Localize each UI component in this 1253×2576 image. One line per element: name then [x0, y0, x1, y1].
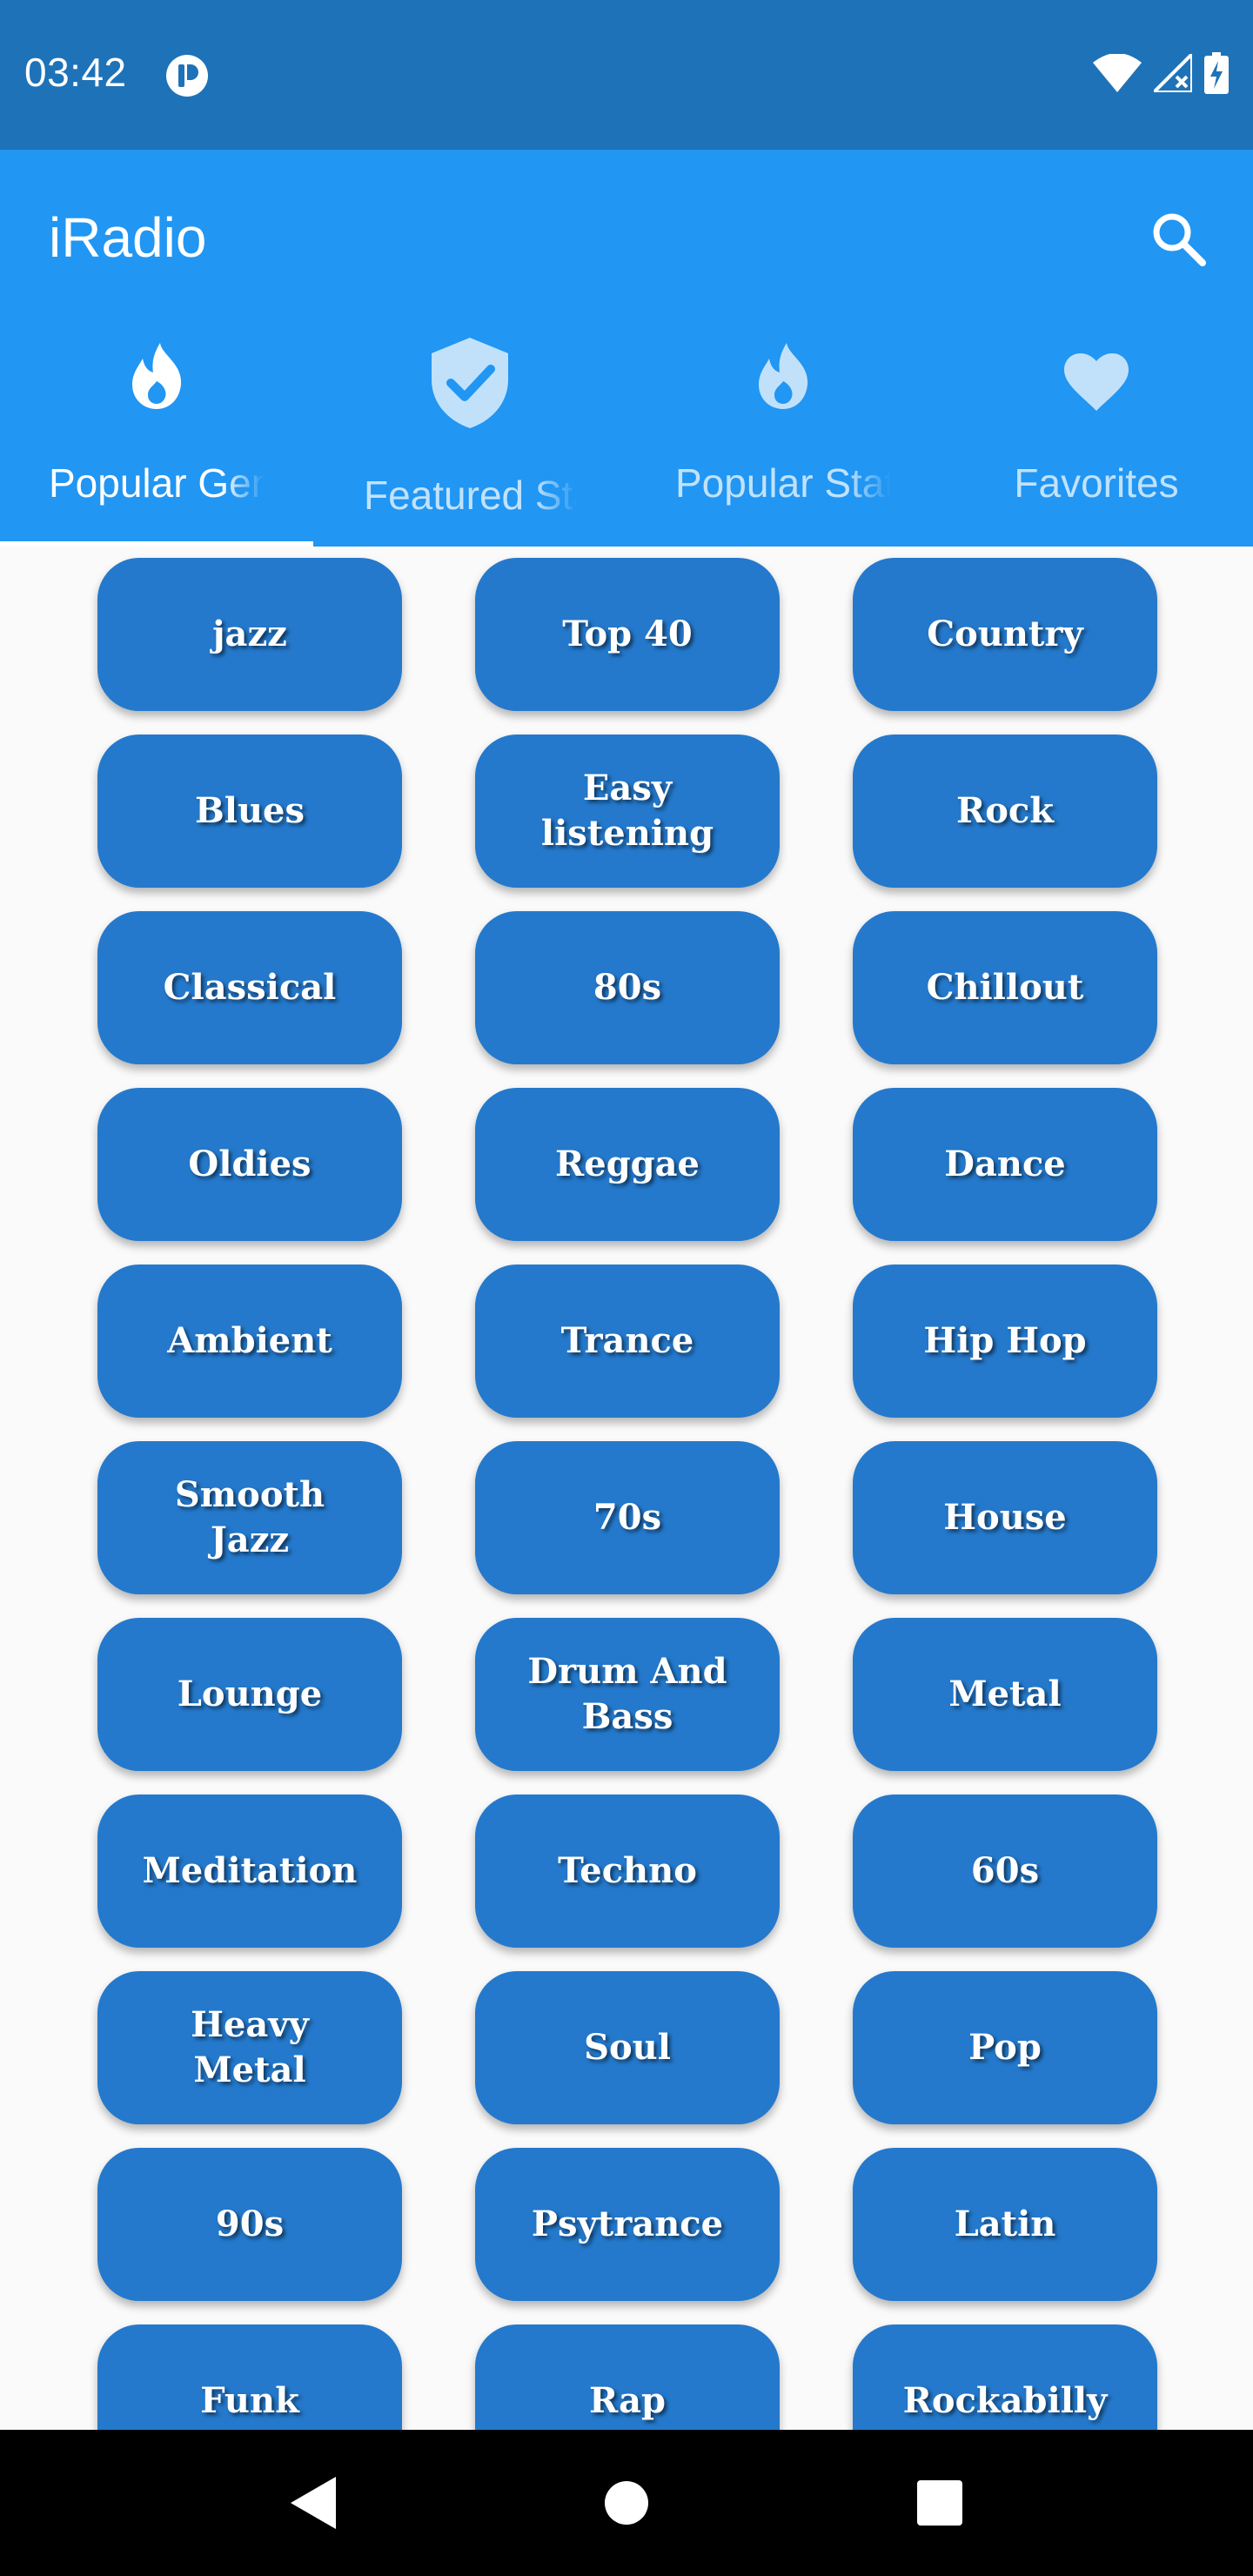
- genre-button[interactable]: 70s: [475, 1441, 780, 1594]
- home-icon: [605, 2481, 648, 2525]
- genre-button[interactable]: Metal: [853, 1618, 1157, 1771]
- tab-featured-stations[interactable]: Featured Stations: [313, 324, 626, 547]
- app-bar: iRadio Popular Genres Feat: [0, 150, 1253, 547]
- genre-button[interactable]: House: [853, 1441, 1157, 1594]
- genre-button[interactable]: 60s: [853, 1794, 1157, 1948]
- flame-icon: [759, 343, 808, 409]
- genre-button[interactable]: Top 40: [475, 558, 780, 711]
- status-bar: 03:42: [0, 0, 1253, 150]
- tab-popular-genres[interactable]: Popular Genres: [0, 324, 313, 547]
- flame-icon: [132, 343, 182, 409]
- app-title: iRadio: [49, 206, 207, 269]
- tab-bar: Popular Genres Featured Stations Popular…: [0, 324, 1253, 547]
- search-icon: [1153, 213, 1206, 266]
- status-time: 03:42: [24, 50, 127, 95]
- battery-charging-icon: [1204, 52, 1229, 94]
- genre-button[interactable]: Smooth Jazz: [97, 1441, 402, 1594]
- genre-button[interactable]: Heavy Metal: [97, 1971, 402, 2124]
- notification-app-icon: [166, 55, 208, 97]
- genre-button[interactable]: Drum And Bass: [475, 1618, 780, 1771]
- genre-button[interactable]: 90s: [97, 2148, 402, 2301]
- genre-button[interactable]: Country: [853, 558, 1157, 711]
- genre-button[interactable]: Techno: [475, 1794, 780, 1948]
- genre-button[interactable]: Blues: [97, 735, 402, 888]
- status-icons: [1093, 52, 1229, 94]
- genre-button[interactable]: Reggae: [475, 1088, 780, 1241]
- genre-button[interactable]: Rock: [853, 735, 1157, 888]
- tab-popular-stations[interactable]: Popular Stations: [626, 324, 940, 547]
- back-icon: [291, 2477, 336, 2529]
- genre-button[interactable]: jazz: [97, 558, 402, 711]
- genre-button[interactable]: Lounge: [97, 1618, 402, 1771]
- verified-shield-icon: [432, 338, 508, 428]
- genre-button[interactable]: Latin: [853, 2148, 1157, 2301]
- genre-button[interactable]: Rap: [475, 2324, 780, 2430]
- genre-button[interactable]: Dance: [853, 1088, 1157, 1241]
- tab-label: Featured Stations: [364, 473, 578, 518]
- cellular-signal-icon: [1154, 54, 1192, 92]
- tab-favorites[interactable]: Favorites: [940, 324, 1253, 547]
- genre-button[interactable]: Trance: [475, 1265, 780, 1418]
- genre-button[interactable]: Hip Hop: [853, 1265, 1157, 1418]
- genre-button[interactable]: Classical: [97, 911, 402, 1064]
- wifi-icon: [1093, 54, 1142, 92]
- tab-label: Popular Stations: [675, 460, 891, 506]
- genre-button[interactable]: Pop: [853, 1971, 1157, 2124]
- system-navigation-bar: [0, 2430, 1253, 2576]
- genre-button[interactable]: Meditation: [97, 1794, 402, 1948]
- home-button[interactable]: [574, 2451, 679, 2555]
- genre-button[interactable]: Funk: [97, 2324, 402, 2430]
- tab-label: Popular Genres: [49, 460, 265, 506]
- genre-button[interactable]: Soul: [475, 1971, 780, 2124]
- genre-grid: jazz Top 40 Country Blues Easy listening Rock…: [0, 547, 1253, 2430]
- genre-button[interactable]: Rockabilly: [853, 2324, 1157, 2430]
- genre-button[interactable]: Psytrance: [475, 2148, 780, 2301]
- tab-label: Favorites: [1014, 460, 1179, 506]
- genre-button[interactable]: 80s: [475, 911, 780, 1064]
- heart-icon: [1064, 353, 1129, 411]
- genre-button[interactable]: Oldies: [97, 1088, 402, 1241]
- genre-button[interactable]: Ambient: [97, 1265, 402, 1418]
- recents-icon: [917, 2480, 962, 2526]
- genre-button[interactable]: Chillout: [853, 911, 1157, 1064]
- genre-button[interactable]: Easy listening: [475, 735, 780, 888]
- screen: 03:42 iRadio Popular Gen Featured St Pop…: [0, 0, 1253, 2576]
- recents-button[interactable]: [888, 2451, 992, 2555]
- back-button[interactable]: [261, 2451, 365, 2555]
- search-button[interactable]: [1135, 195, 1222, 282]
